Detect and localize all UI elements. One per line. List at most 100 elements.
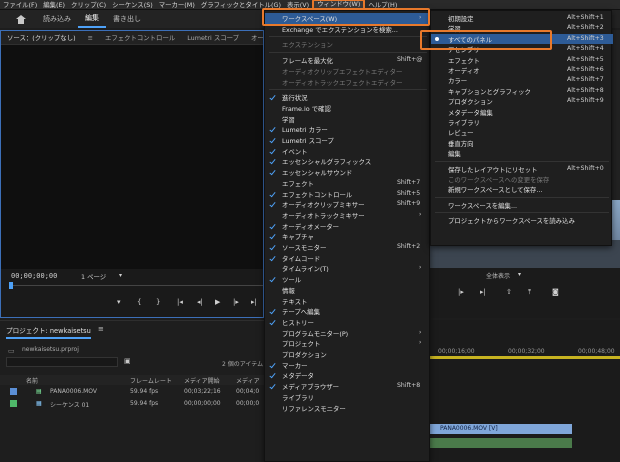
column-name[interactable]: 名前 — [26, 376, 38, 385]
go-to-out-icon[interactable]: ▸| — [480, 288, 486, 296]
source-panel: ソース：(クリップなし) ≡ エフェクトコントロール Lumetri スコープ … — [0, 30, 276, 318]
workspace-menu-item[interactable]: オーディオ Alt+Shift+6 — [431, 65, 613, 75]
audio-clip[interactable] — [430, 438, 572, 448]
menubar-item-4[interactable]: マーカー(M) — [156, 0, 198, 10]
step-forward-icon[interactable]: |▸ — [458, 288, 464, 296]
workspace-menu-item[interactable]: 初期設定 Alt+Shift+1 — [431, 13, 613, 23]
window-menu-item[interactable]: 学習 — [265, 114, 431, 125]
chevron-down-icon[interactable]: ▾ — [119, 272, 122, 279]
window-menu-item[interactable]: メディアブラウザー Shift+8 — [265, 381, 431, 392]
menu-icon[interactable]: ≡ — [98, 325, 104, 333]
window-menu-item[interactable]: オーディオメーター — [265, 221, 431, 232]
menu-item-label: ソースモニター — [282, 244, 327, 252]
source-timecode[interactable]: 00;00;00;00 — [11, 272, 57, 280]
workspace-menu-item[interactable]: 編集 — [431, 148, 613, 158]
column-media-start[interactable]: メディア開始 — [184, 376, 220, 385]
window-menu-item[interactable]: 進行状況 — [265, 92, 431, 103]
tab-effect-controls[interactable]: エフェクトコントロール — [99, 33, 181, 42]
window-menu-item[interactable]: ヒストリー — [265, 317, 431, 328]
window-menu-item[interactable]: マーカー — [265, 360, 431, 371]
mark-in-icon[interactable]: { — [137, 298, 141, 306]
play-icon[interactable]: ▶ — [215, 298, 220, 306]
window-menu-item[interactable]: オーディオクリップミキサー Shift+9 — [265, 199, 431, 210]
window-menu-item: オーディオトラックエフェクトエディター — [265, 77, 431, 88]
column-media-end[interactable]: メディア — [236, 376, 260, 385]
workspace-menu-item[interactable]: 垂直方向 — [431, 138, 613, 148]
tab-lumetri-scopes[interactable]: Lumetri スコープ — [181, 33, 245, 42]
menubar-item-3[interactable]: シーケンス(S) — [109, 0, 156, 10]
window-menu-item[interactable]: エッセンシャルグラフィックス — [265, 156, 431, 167]
page-select[interactable]: 1 ページ — [81, 272, 106, 281]
workspace-menu-item[interactable]: エフェクト Alt+Shift+5 — [431, 55, 613, 65]
workspace-menu-item[interactable]: メタデータ編集 — [431, 107, 613, 117]
window-menu-item[interactable]: ソースモニター Shift+2 — [265, 242, 431, 253]
window-menu-item[interactable]: エッセンシャルサウンド — [265, 167, 431, 178]
window-menu-item[interactable]: Lumetri カラー — [265, 124, 431, 135]
bin-icon[interactable]: ▣ — [124, 357, 131, 365]
workspace-menu-item[interactable]: 保存したレイアウトにリセット Alt+Shift+0 — [431, 164, 613, 174]
window-menu-item[interactable]: テープへ編集 — [265, 306, 431, 317]
source-scrubber[interactable] — [9, 285, 263, 286]
step-forward-icon[interactable]: |▸ — [233, 298, 239, 306]
window-menu-item[interactable]: キャプチャ — [265, 231, 431, 242]
step-back-icon[interactable]: ◂| — [197, 298, 203, 306]
window-menu-item[interactable]: フレームを最大化 Shift+@ — [265, 55, 431, 66]
search-input[interactable] — [6, 357, 118, 367]
window-menu-item[interactable]: プロダクション — [265, 349, 431, 360]
go-to-out-icon[interactable]: ▸| — [251, 298, 257, 306]
menubar-item-0[interactable]: ファイル(F) — [0, 0, 40, 10]
workspace-menu-item[interactable]: プロダクション Alt+Shift+9 — [431, 96, 613, 106]
window-menu-item[interactable]: 情報 — [265, 285, 431, 296]
window-menu-item[interactable]: タイムライン(T) › — [265, 263, 431, 274]
menubar-item-2[interactable]: クリップ(C) — [68, 0, 109, 10]
menu-icon[interactable]: ≡ — [82, 34, 99, 42]
workspace-menu-item[interactable]: ライブラリ — [431, 117, 613, 127]
window-menu-item: オーディオクリップエフェクトエディター — [265, 66, 431, 77]
marker-icon[interactable]: ▾ — [117, 298, 121, 306]
window-menu-item[interactable]: プロジェクト › — [265, 338, 431, 349]
table-row[interactable]: ▦ シーケンス 01 59.94 fps 00;00;00;00 00;00;0 — [0, 399, 264, 409]
tab-project[interactable]: プロジェクト: newkaisetsu — [6, 325, 91, 339]
go-to-in-icon[interactable]: |◂ — [177, 298, 183, 306]
camera-icon[interactable]: ◙ — [552, 288, 559, 296]
lift-icon[interactable]: ⇧ — [506, 288, 512, 296]
window-menu-item[interactable]: リファレンスモニター — [265, 403, 431, 414]
tab-source[interactable]: ソース：(クリップなし) — [1, 33, 82, 42]
menu-item-label: ライブラリ — [448, 119, 480, 127]
workspace-menu-item[interactable]: レビュー — [431, 127, 613, 137]
workspace-menu-item[interactable]: プロジェクトからワークスペースを読み込み — [431, 215, 613, 225]
window-menu-item[interactable]: ライブラリ — [265, 392, 431, 403]
workspace-menu-item[interactable]: カラー Alt+Shift+7 — [431, 75, 613, 85]
source-viewer — [1, 45, 263, 301]
window-menu-item[interactable]: プログラムモニター(P) › — [265, 328, 431, 339]
workspace-menu-item[interactable]: ワークスペースを編集... — [431, 200, 613, 210]
window-menu-item[interactable]: テキスト — [265, 296, 431, 307]
workspace-menu-item[interactable]: キャプションとグラフィック Alt+Shift+8 — [431, 86, 613, 96]
window-menu-item[interactable]: イベント — [265, 146, 431, 157]
window-menu-item[interactable]: Lumetri スコープ — [265, 135, 431, 146]
window-menu-item[interactable]: エフェクトコントロール Shift+5 — [265, 189, 431, 200]
chevron-down-icon[interactable]: ▾ — [518, 271, 521, 278]
mark-out-icon[interactable]: } — [156, 298, 160, 306]
work-area-bar[interactable] — [430, 356, 620, 359]
tab-export[interactable]: 書き出し — [106, 10, 148, 28]
extract-icon[interactable]: ⤒ — [528, 288, 531, 297]
checkmark-icon — [269, 383, 276, 390]
window-menu-item[interactable]: ツール — [265, 274, 431, 285]
window-menu-item[interactable]: エフェクト Shift+7 — [265, 178, 431, 189]
window-menu-item[interactable]: オーディオトラックミキサー › — [265, 210, 431, 221]
playhead-icon[interactable] — [9, 282, 13, 289]
tab-edit[interactable]: 編集 — [78, 10, 106, 28]
menu-item-label: プロジェクト — [282, 340, 321, 349]
tab-import[interactable]: 読み込み — [36, 10, 78, 28]
workspace-menu-item[interactable]: 新規ワークスペースとして保存... — [431, 184, 613, 194]
table-row[interactable]: ▤ PANA0006.MOV 59.94 fps 00;03;22;16 00;… — [0, 387, 264, 397]
zoom-select[interactable]: 全体表示 — [486, 271, 510, 280]
window-menu-item[interactable]: Frame.io で確認 — [265, 103, 431, 114]
ruler-label: 00;00;32;00 — [508, 348, 545, 355]
menubar-item-1[interactable]: 編集(E) — [40, 0, 68, 10]
window-menu-item[interactable]: メタデータ — [265, 370, 431, 381]
home-icon[interactable] — [16, 14, 26, 24]
window-menu-item[interactable]: タイムコード — [265, 253, 431, 264]
column-framerate[interactable]: フレームレート — [130, 376, 172, 385]
